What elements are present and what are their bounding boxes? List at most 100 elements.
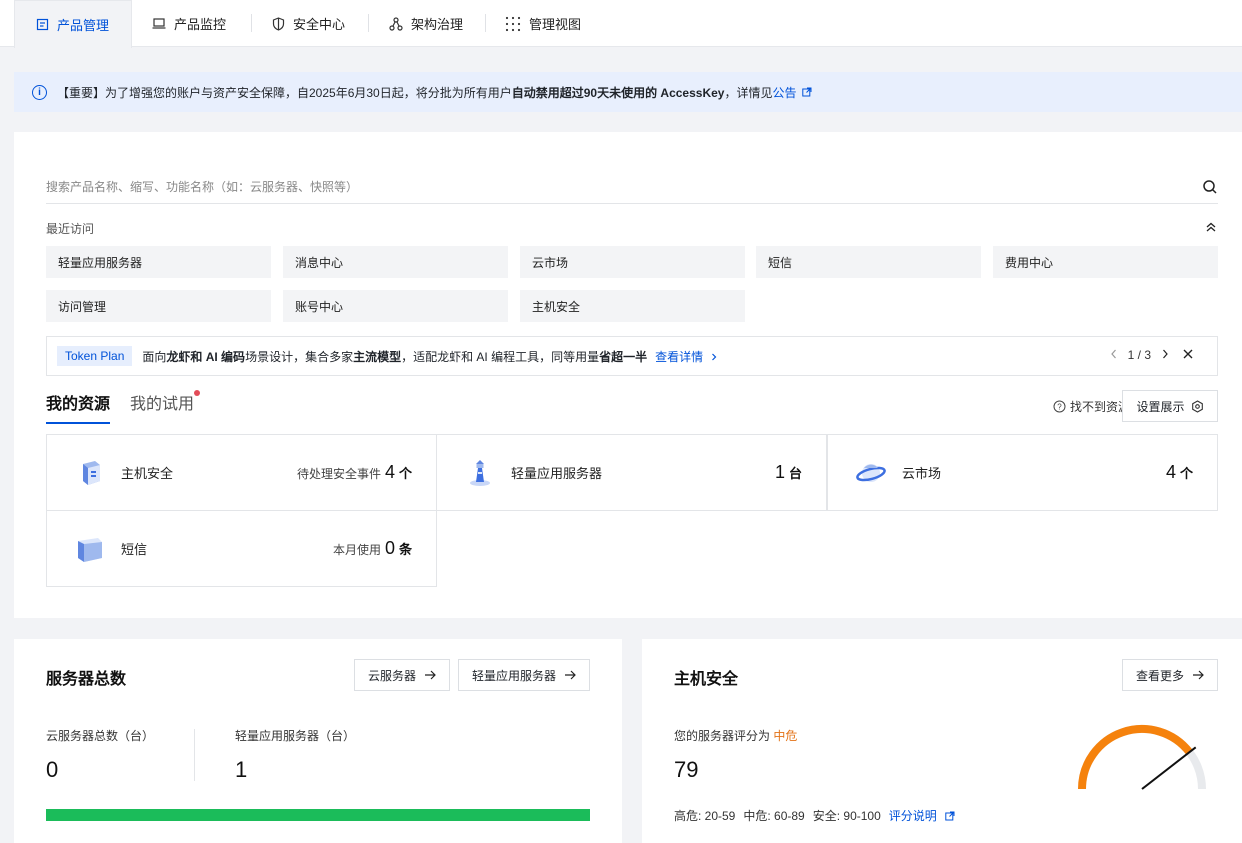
chevron-right-icon xyxy=(712,353,717,360)
server-ratio-bar xyxy=(46,809,590,821)
legend-safe: 安全: 90-100 xyxy=(812,809,881,823)
cvm-total-value: 0 xyxy=(46,757,59,782)
settings-label: 设置展示 xyxy=(1136,399,1185,414)
view-more-button[interactable]: 查看更多 xyxy=(1122,659,1218,691)
info-icon: i xyxy=(32,84,47,100)
divider xyxy=(194,729,195,781)
resource-name: 主机安全 xyxy=(121,466,174,481)
resource-metric-label: 本月使用 xyxy=(332,543,381,557)
notice-bold-text: 自动禁用超过90天未使用的 AccessKey xyxy=(511,85,725,100)
recent-item[interactable]: 访问管理 xyxy=(46,290,271,322)
search-icon[interactable] xyxy=(1202,179,1218,195)
search-input[interactable] xyxy=(46,179,1176,194)
risk-level: 中危 xyxy=(773,729,798,743)
resource-name: 轻量应用服务器 xyxy=(511,466,603,481)
recent-item[interactable]: 主机安全 xyxy=(520,290,745,322)
server-totals-panel: 服务器总数 云服务器 轻量应用服务器 云服务器总数（台） 0 轻量应用服务器（台… xyxy=(14,639,622,843)
panel-title: 服务器总数 xyxy=(46,671,127,688)
promo-page-indicator: 1 / 3 xyxy=(1127,348,1151,362)
notice-text: 【重要】为了增强您的账户与资产安全保障，自2025年6月30日起，将分批为所有用… xyxy=(57,85,512,100)
gear-icon xyxy=(1191,399,1203,413)
tab-my-trials-label: 我的试用 xyxy=(130,396,195,413)
close-icon[interactable] xyxy=(1183,348,1193,362)
resource-unit: 个 xyxy=(1179,466,1193,481)
arrow-right-icon xyxy=(425,670,436,680)
tab-label: 产品管理 xyxy=(57,18,110,33)
recent-item[interactable]: 消息中心 xyxy=(283,246,508,278)
tab-security-center[interactable]: 安全中心 xyxy=(271,0,345,47)
tab-my-resources[interactable]: 我的资源 xyxy=(46,390,111,424)
external-link-icon[interactable] xyxy=(945,811,955,821)
notice-banner: i 【重要】为了增强您的账户与资产安全保障，自2025年6月30日起，将分批为所… xyxy=(14,72,1242,112)
resource-metric: 4 个 xyxy=(1166,462,1193,483)
marketplace-icon xyxy=(856,463,886,482)
resource-card-sms[interactable]: 短信 本月使用 0 条 xyxy=(46,510,437,587)
resource-card-lighthouse[interactable]: 轻量应用服务器 1 台 xyxy=(436,434,827,511)
help-icon: ? xyxy=(1053,400,1066,413)
promo-tag: Token Plan xyxy=(57,346,133,366)
gauge-arc xyxy=(1078,725,1193,790)
cvm-button[interactable]: 云服务器 xyxy=(354,659,450,691)
score-explanation-link[interactable]: 评分说明 xyxy=(889,807,937,824)
recent-item[interactable]: 云市场 xyxy=(520,246,745,278)
tab-product-management[interactable]: 产品管理 xyxy=(14,0,132,48)
tab-label: 管理视图 xyxy=(529,17,582,32)
server-ratio-bar-fill xyxy=(46,809,590,821)
arrow-right-icon xyxy=(565,670,576,680)
promo-details-link[interactable]: 查看详情 xyxy=(655,348,718,365)
promo-banner: Token Plan 面向 龙虾和 AI 编码 场景设计，集合多家 主流模型 ，适配龙虾… xyxy=(46,336,1218,376)
tab-divider xyxy=(251,14,252,32)
resource-metric-label: 待处理安全事件 xyxy=(296,467,381,481)
collapse-icon[interactable] xyxy=(1204,220,1218,234)
promo-bold: 龙虾和 AI 编码 xyxy=(166,349,246,364)
tab-divider xyxy=(485,14,486,32)
security-score: 79 xyxy=(674,757,699,782)
promo-pager: 1 / 3 xyxy=(1110,348,1193,362)
chevron-left-icon[interactable] xyxy=(1110,348,1118,362)
tab-architecture-governance[interactable]: 架构治理 xyxy=(389,0,463,47)
lighthouse-icon xyxy=(470,459,490,486)
recent-item[interactable]: 费用中心 xyxy=(993,246,1218,278)
tab-product-monitoring[interactable]: 产品监控 xyxy=(152,0,226,47)
lighthouse-button[interactable]: 轻量应用服务器 xyxy=(458,659,590,691)
tab-label: 产品监控 xyxy=(174,17,227,32)
legend-high: 高危: 20-59 xyxy=(674,809,736,823)
score-legend: 高危: 20-59 中危: 60-89 安全: 90-100 评分说明 xyxy=(674,807,955,824)
chevron-right-icon[interactable] xyxy=(1161,348,1169,362)
resource-card-host-security[interactable]: 主机安全 待处理安全事件 4 个 xyxy=(46,434,437,511)
document-icon xyxy=(35,18,49,32)
resource-metric: 待处理安全事件 4 个 xyxy=(297,462,412,483)
panel-title: 主机安全 xyxy=(674,671,739,688)
main-panel: 最近访问 轻量应用服务器 消息中心 云市场 短信 费用中心 访问管理 账号中心 … xyxy=(14,132,1242,618)
gauge-track xyxy=(1078,725,1206,790)
recent-item[interactable]: 账号中心 xyxy=(283,290,508,322)
recent-item[interactable]: 短信 xyxy=(756,246,981,278)
cvm-button-label: 云服务器 xyxy=(367,668,416,683)
svg-text:?: ? xyxy=(1057,403,1062,412)
display-settings-button[interactable]: 设置展示 xyxy=(1122,390,1218,422)
tab-label: 架构治理 xyxy=(411,17,464,32)
resource-unit: 个 xyxy=(398,466,412,481)
host-security-panel: 主机安全 查看更多 您的服务器评分为 中危 79 高危: 20-59 中危: 6… xyxy=(642,639,1242,843)
external-link-icon[interactable] xyxy=(801,87,812,97)
notification-dot xyxy=(194,390,201,396)
promo-bold: 主流模型 xyxy=(353,349,402,364)
legend-mid: 中危: 60-89 xyxy=(743,809,805,823)
gauge-needle xyxy=(1141,746,1197,790)
resource-count: 0 xyxy=(384,538,395,558)
security-score-gauge xyxy=(1078,725,1206,790)
not-found-resource-link[interactable]: ? 找不到资源 xyxy=(1053,398,1130,415)
notice-link[interactable]: 公告 xyxy=(772,84,796,101)
not-found-label: 找不到资源 xyxy=(1069,400,1130,414)
recent-item[interactable]: 轻量应用服务器 xyxy=(46,246,271,278)
resource-card-marketplace[interactable]: 云市场 4 个 xyxy=(827,434,1218,511)
promo-bold: 省超一半 xyxy=(599,349,648,364)
resource-metric: 本月使用 0 条 xyxy=(333,538,412,559)
tab-management-view[interactable]: 管理视图 xyxy=(505,0,581,47)
promo-text: 场景设计，集合多家 xyxy=(245,349,354,364)
resource-unit: 条 xyxy=(398,542,412,557)
tab-my-trials[interactable]: 我的试用 xyxy=(130,390,201,424)
notice-suffix: ，详情见 xyxy=(724,85,773,100)
arrow-right-icon xyxy=(1193,670,1204,680)
view-more-label: 查看更多 xyxy=(1135,668,1184,683)
